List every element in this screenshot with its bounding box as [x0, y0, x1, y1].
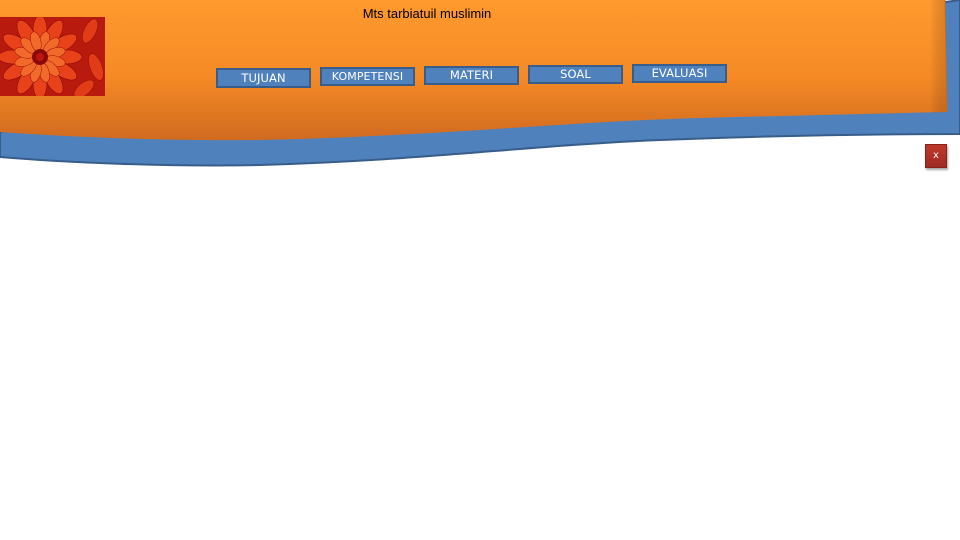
tujuan-button[interactable]: TUJUAN	[216, 68, 311, 88]
flower-icon	[0, 17, 105, 96]
slide: Mts tarbiatuil muslimin TUJUAN KOMPETENS…	[0, 0, 960, 540]
soal-button[interactable]: SOAL	[528, 65, 623, 84]
header-banner	[0, 0, 960, 167]
kompetensi-button[interactable]: KOMPETENSI	[320, 67, 415, 86]
evaluasi-button[interactable]: EVALUASI	[632, 64, 727, 83]
page-title: Mts tarbiatuil muslimin	[362, 6, 492, 21]
materi-button[interactable]: MATERI	[424, 66, 519, 85]
close-button[interactable]: x	[925, 144, 947, 168]
